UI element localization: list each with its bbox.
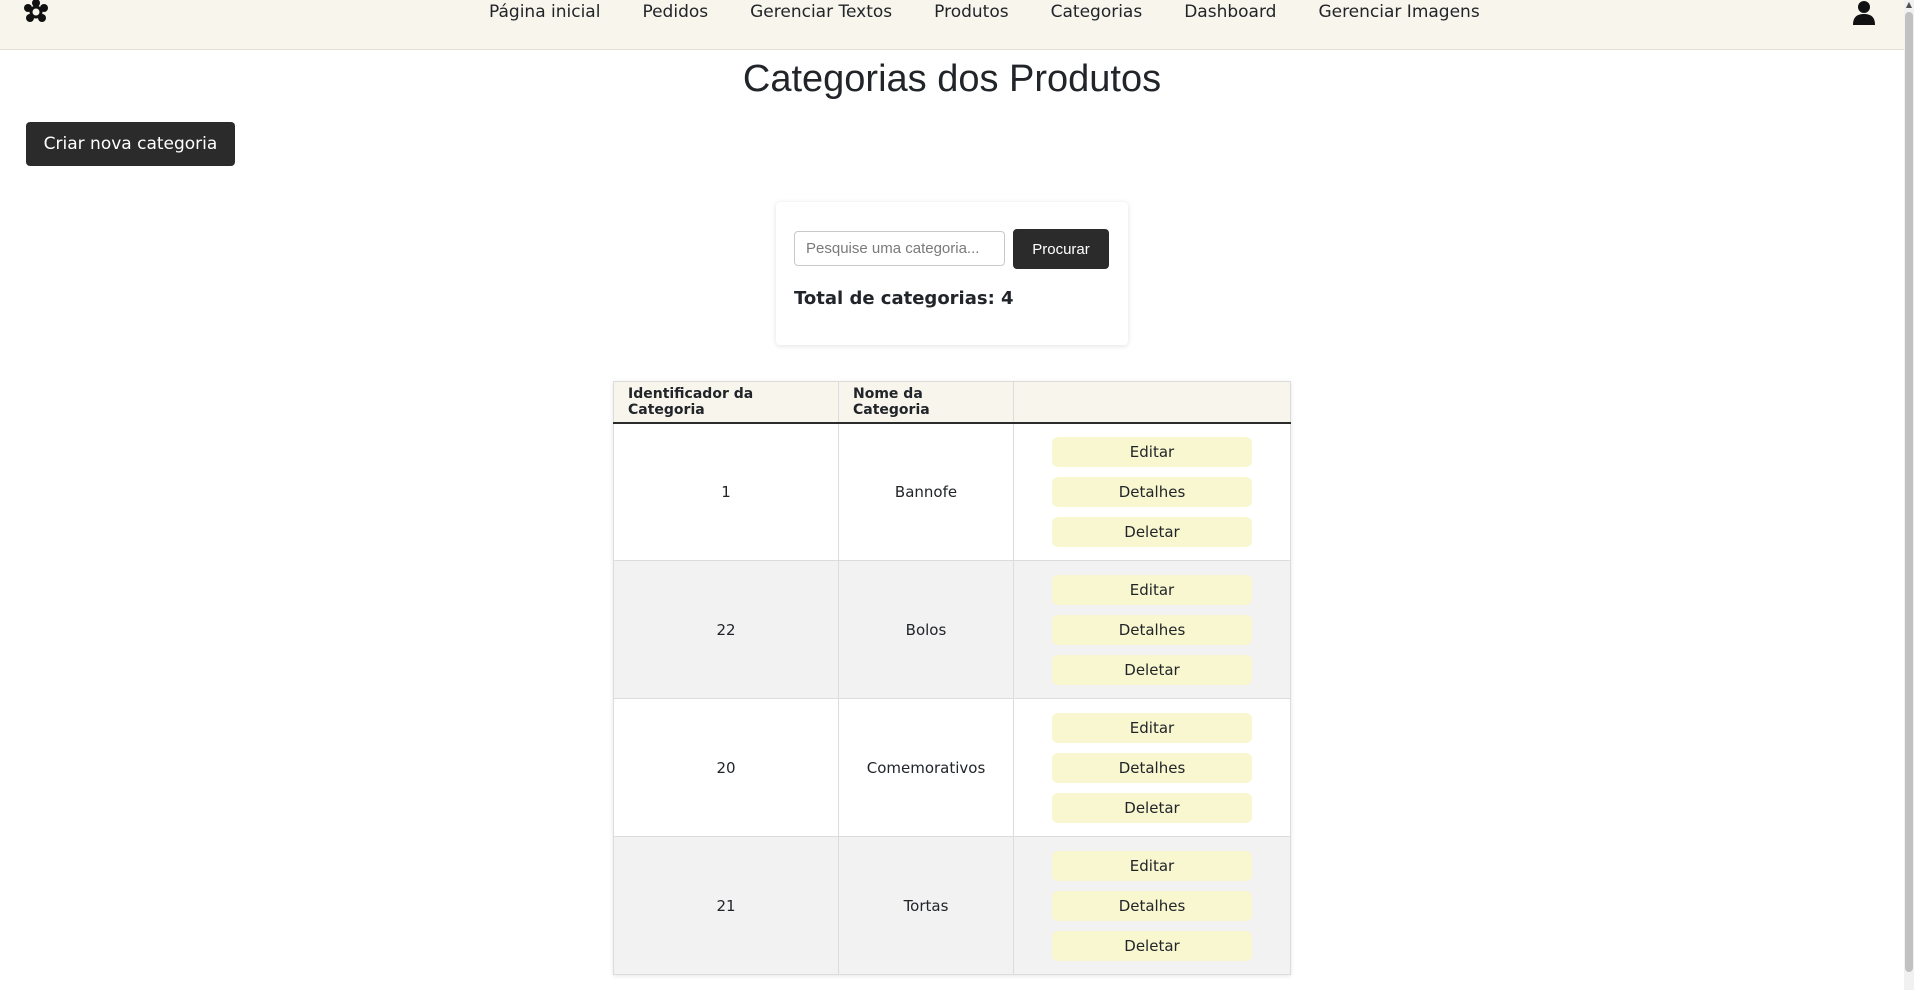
delete-button[interactable]: Deletar [1052,654,1252,685]
actions-cell: Editar Detalhes Deletar [1013,836,1291,975]
navbar: Página inicial Pedidos Gerenciar Textos … [0,0,1904,50]
page-title: Categorias dos Produtos [742,58,1162,100]
vertical-scrollbar[interactable]: ▲ [1904,0,1914,990]
header-category-name: Nome da Categoria [838,381,1014,424]
edit-button[interactable]: Editar [1052,574,1252,605]
scroll-up-arrow-icon[interactable]: ▲ [1905,0,1913,10]
total-categories-label: Total de categorias: 4 [794,288,1014,309]
actions-group: Editar Detalhes Deletar [1014,436,1290,547]
details-button[interactable]: Detalhes [1052,614,1252,645]
category-name-cell: Bolos [838,560,1014,699]
categories-table-container: Identificador da Categoria Nome da Categ… [613,381,1291,975]
table-row: 21 Tortas Editar Detalhes Deletar [613,836,1291,975]
actions-cell: Editar Detalhes Deletar [1013,698,1291,837]
nav-link-products[interactable]: Produtos [913,0,1029,24]
table-row: 1 Bannofe Editar Detalhes Deletar [613,422,1291,561]
create-category-button[interactable]: Criar nova categoria [26,122,235,166]
actions-group: Editar Detalhes Deletar [1014,712,1290,823]
table-row: 20 Comemorativos Editar Detalhes Deletar [613,698,1291,837]
category-id-cell: 21 [613,836,839,975]
category-id-cell: 20 [613,698,839,837]
actions-cell: Editar Detalhes Deletar [1013,560,1291,699]
actions-group: Editar Detalhes Deletar [1014,574,1290,685]
search-input[interactable] [794,231,1005,266]
search-button[interactable]: Procurar [1013,229,1109,269]
edit-button[interactable]: Editar [1052,436,1252,467]
scrollbar-thumb[interactable] [1905,12,1913,972]
details-button[interactable]: Detalhes [1052,890,1252,921]
nav-link-categories[interactable]: Categorias [1030,0,1164,24]
edit-button[interactable]: Editar [1052,850,1252,881]
delete-button[interactable]: Deletar [1052,516,1252,547]
header-category-id: Identificador da Categoria [613,381,839,424]
nav-link-orders[interactable]: Pedidos [621,0,729,24]
page: Página inicial Pedidos Gerenciar Textos … [0,0,1914,990]
table-row: 22 Bolos Editar Detalhes Deletar [613,560,1291,699]
nav-link-manage-texts[interactable]: Gerenciar Textos [729,0,913,24]
nav-links: Página inicial Pedidos Gerenciar Textos … [468,0,1501,24]
details-button[interactable]: Detalhes [1052,752,1252,783]
header-actions [1013,381,1291,424]
nav-link-manage-images[interactable]: Gerenciar Imagens [1297,0,1500,24]
category-name-cell: Bannofe [838,422,1014,561]
categories-table: Identificador da Categoria Nome da Categ… [613,381,1291,975]
details-button[interactable]: Detalhes [1052,476,1252,507]
actions-cell: Editar Detalhes Deletar [1013,422,1291,561]
nav-link-home[interactable]: Página inicial [468,0,621,24]
category-id-cell: 22 [613,560,839,699]
edit-button[interactable]: Editar [1052,712,1252,743]
delete-button[interactable]: Deletar [1052,930,1252,961]
category-id-cell: 1 [613,422,839,561]
flower-logo-icon[interactable] [20,0,52,28]
user-icon[interactable] [1852,0,1876,26]
actions-group: Editar Detalhes Deletar [1014,850,1290,961]
nav-link-dashboard[interactable]: Dashboard [1163,0,1297,24]
category-name-cell: Comemorativos [838,698,1014,837]
search-card: Procurar Total de categorias: 4 [776,202,1128,345]
delete-button[interactable]: Deletar [1052,792,1252,823]
category-name-cell: Tortas [838,836,1014,975]
table-header-row: Identificador da Categoria Nome da Categ… [613,381,1291,424]
